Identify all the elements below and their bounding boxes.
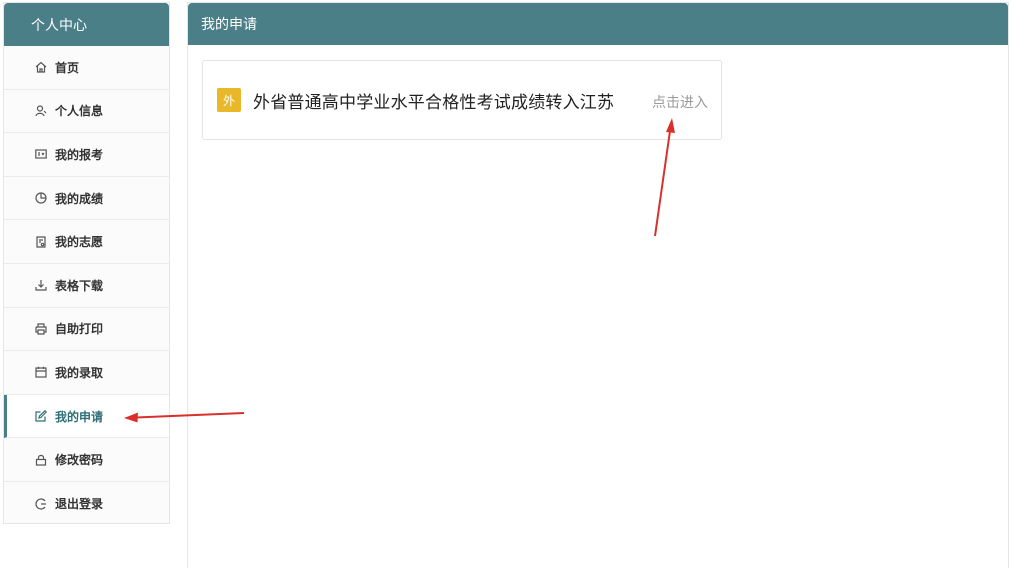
sidebar-menu: 首页 个人信息 我的报考 我的成绩 我的志愿 表格下载 自助打印 我的录取 我的… <box>4 46 169 526</box>
document-icon <box>34 235 47 248</box>
sidebar-item-label: 个人信息 <box>55 104 104 119</box>
category-badge: 外 <box>217 88 241 112</box>
enter-link[interactable]: 点击进入 <box>652 92 708 112</box>
sidebar-item-applications[interactable]: 我的申请 <box>4 394 169 439</box>
sidebar-item-label: 我的录取 <box>55 365 104 380</box>
sidebar: 个人中心 首页 个人信息 我的报考 我的成绩 我的志愿 表格下载 自助打印 我的… <box>3 2 170 524</box>
application-card[interactable]: 外 外省普通高中学业水平合格性考试成绩转入江苏 点击进入 <box>202 60 722 140</box>
sidebar-item-label: 修改密码 <box>55 453 104 468</box>
sidebar-item-label: 我的申请 <box>55 409 104 424</box>
lock-icon <box>34 453 47 466</box>
main-panel: 我的申请 外 外省普通高中学业水平合格性考试成绩转入江苏 点击进入 <box>187 2 1009 568</box>
page-title: 我的申请 <box>188 3 1008 45</box>
sidebar-item-print[interactable]: 自助打印 <box>4 308 169 352</box>
sidebar-item-registration[interactable]: 我的报考 <box>4 133 169 177</box>
sidebar-item-label: 退出登录 <box>55 497 104 512</box>
application-title: 外省普通高中学业水平合格性考试成绩转入江苏 <box>253 92 615 113</box>
download-icon <box>34 279 47 292</box>
sidebar-item-label: 自助打印 <box>55 322 104 337</box>
sidebar-item-label: 我的志愿 <box>55 235 104 250</box>
edit-icon <box>34 410 47 423</box>
sidebar-item-downloads[interactable]: 表格下载 <box>4 264 169 308</box>
sidebar-item-change-password[interactable]: 修改密码 <box>4 438 169 482</box>
sidebar-item-label: 首页 <box>55 60 80 75</box>
sidebar-item-admission[interactable]: 我的录取 <box>4 351 169 395</box>
calendar-icon <box>34 366 47 379</box>
sidebar-item-home[interactable]: 首页 <box>4 46 169 90</box>
sidebar-item-logout[interactable]: 退出登录 <box>4 482 169 526</box>
sidebar-item-profile[interactable]: 个人信息 <box>4 90 169 134</box>
printer-icon <box>34 322 47 335</box>
sidebar-item-label: 表格下载 <box>55 278 104 293</box>
sidebar-item-preferences[interactable]: 我的志愿 <box>4 220 169 264</box>
user-icon <box>34 104 47 117</box>
sidebar-item-label: 我的成绩 <box>55 191 104 206</box>
sidebar-item-label: 我的报考 <box>55 147 104 162</box>
id-card-icon <box>34 148 47 161</box>
sidebar-item-scores[interactable]: 我的成绩 <box>4 177 169 221</box>
sidebar-title: 个人中心 <box>4 3 169 46</box>
logout-icon <box>34 497 47 510</box>
pie-chart-icon <box>34 192 47 205</box>
home-icon <box>34 61 47 74</box>
